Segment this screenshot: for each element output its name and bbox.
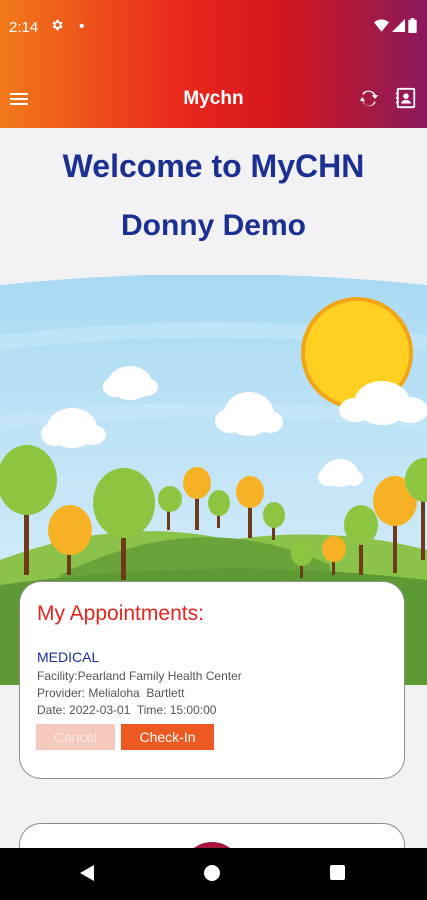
appointment-datetime: Date: 2022-03-01 Time: 15:00:00 <box>37 703 217 717</box>
system-nav-bar <box>0 848 427 900</box>
cancel-button[interactable]: Cancel <box>36 724 115 750</box>
notification-dot-icon: • <box>79 18 85 35</box>
back-icon[interactable] <box>80 865 94 886</box>
check-in-button[interactable]: Check-In <box>121 724 214 750</box>
app-bar: Mychn <box>0 78 427 122</box>
signal-icon <box>392 19 405 32</box>
gear-icon <box>50 18 64 36</box>
appointment-provider: Provider: Melialoha Bartlett <box>37 686 185 700</box>
appointments-card: My Appointments: MEDICAL Facility:Pearla… <box>19 581 405 779</box>
status-icons <box>374 18 417 33</box>
refresh-icon[interactable] <box>358 87 380 114</box>
contacts-icon[interactable] <box>395 87 417 114</box>
recents-icon[interactable] <box>330 865 345 880</box>
user-name: Donny Demo <box>120 209 306 242</box>
home-icon[interactable] <box>204 865 220 881</box>
status-time: 2:14 <box>9 19 39 36</box>
wifi-icon <box>374 19 389 32</box>
appointments-heading: My Appointments: <box>37 602 204 625</box>
appointment-type: MEDICAL <box>37 649 100 665</box>
appointment-facility: Facility:Pearland Family Health Center <box>37 669 242 683</box>
welcome-title: Welcome to MyCHN <box>62 148 365 184</box>
status-bar: 2:14 • <box>0 14 427 42</box>
battery-icon <box>408 18 417 33</box>
app-header: 2:14 • Mychn <box>0 0 427 128</box>
